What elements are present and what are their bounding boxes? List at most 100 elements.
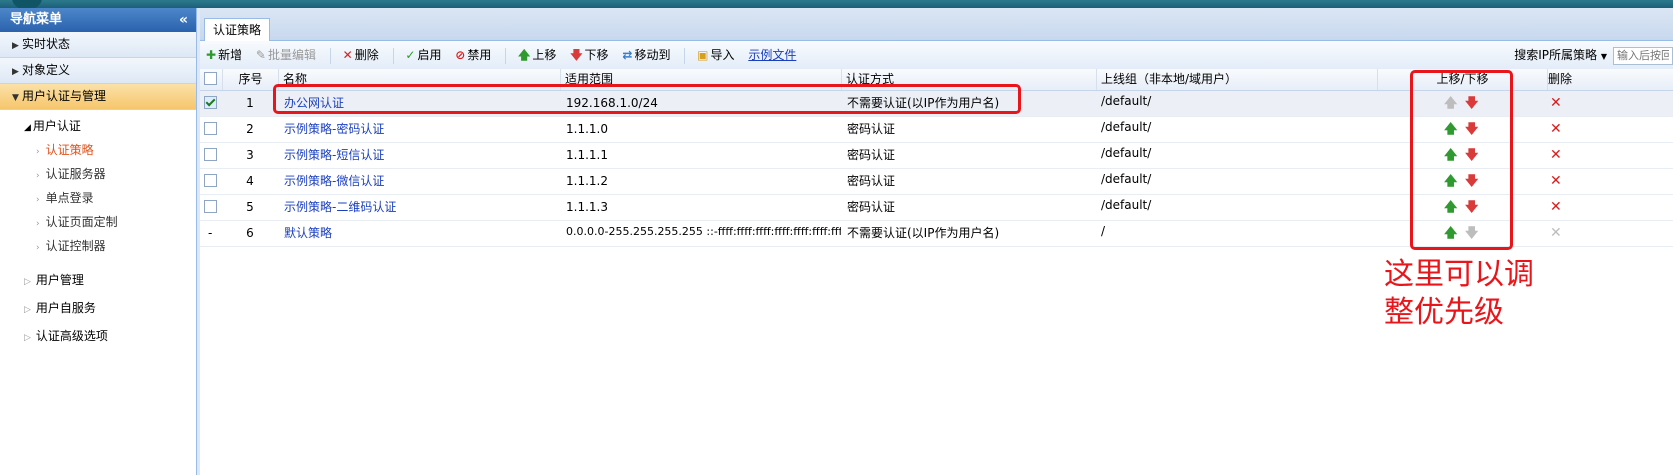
header-online-group[interactable]: 上线组（非本地/域用户） — [1096, 69, 1377, 90]
new-button[interactable]: ✚ 新增 — [206, 41, 242, 69]
delete-x-icon[interactable]: ✕ — [1550, 121, 1562, 137]
search-area: 搜索IP所属策略 ▼ — [1514, 41, 1673, 69]
chevron-right-icon: › — [36, 195, 40, 205]
row-online-group: /default/ — [1101, 146, 1152, 160]
row-online-group: /default/ — [1101, 94, 1152, 108]
triangle-down-icon: ◢ — [24, 123, 31, 133]
delete-x-icon[interactable]: ✕ — [1550, 173, 1562, 189]
header-delete-label: 删除 — [1548, 72, 1573, 86]
row-checkbox-cell — [200, 143, 222, 168]
row-checkbox-cell — [200, 117, 222, 142]
import-button[interactable]: ▣ 导入 — [697, 41, 734, 69]
row-name-link[interactable]: 示例策略-短信认证 — [280, 143, 560, 168]
toolbar-divider — [505, 47, 507, 64]
enable-button[interactable]: ✓ 启用 — [405, 41, 441, 69]
row-delete-cell: ✕ — [1550, 91, 1570, 116]
toolbar: ✚ 新增 ✎ 批量编辑 ✕ 删除 ✓ 启用 ⊘ 禁用 🡅 上移 🡇 下移 ⇄ 移动到 ▣ 导入 示… — [200, 41, 1673, 70]
select-all-cell — [200, 69, 222, 90]
toolbar-divider — [329, 47, 331, 64]
bulk-edit-label: 批量编辑 — [267, 48, 316, 62]
row-name-link[interactable]: 示例策略-密码认证 — [280, 117, 560, 142]
tree-node-label: 用户认证 — [32, 119, 81, 133]
highlight-box-row1 — [273, 84, 1021, 114]
bulk-edit-button[interactable]: ✎ 批量编辑 — [256, 41, 316, 69]
row-scope: 1.1.1.2 — [566, 174, 608, 188]
tree-node-user-auth[interactable]: ◢ 用户认证 — [0, 114, 196, 138]
sidebar-tree: ◢ 用户认证 › 认证策略 › 认证服务器 › 单点登录 › 认证页面定制 › 认证控制器 … — [0, 110, 196, 350]
move-down-button[interactable]: 🡇 下移 — [570, 41, 608, 69]
sidebar-header: 导航菜单 « — [0, 8, 196, 32]
sidebar-group-realtime[interactable]: ▶ 实时状态 — [0, 32, 196, 58]
delete-x-icon[interactable]: ✕ — [1550, 147, 1562, 163]
move-down-label: 下移 — [584, 48, 609, 62]
row-seq: 6 — [246, 226, 254, 240]
row-checkbox-cell — [200, 91, 222, 116]
delete-x-icon: ✕ — [1550, 225, 1562, 241]
row-online-group: / — [1101, 224, 1106, 238]
row-auth: 不需要认证(以IP作为用户名) — [847, 226, 1000, 240]
row-name-link[interactable]: 默认策略 — [280, 221, 560, 246]
close-icon: ✕ — [342, 48, 353, 62]
row-online-group: /default/ — [1101, 120, 1152, 134]
sidebar-item-label: 认证服务器 — [45, 167, 106, 181]
chevron-right-icon: › — [36, 171, 40, 181]
header-delete: 删除 — [1547, 69, 1673, 90]
example-file-link[interactable]: 示例文件 — [748, 41, 796, 69]
row-checkbox[interactable] — [204, 200, 217, 213]
row-name-link[interactable]: 示例策略-二维码认证 — [280, 195, 560, 220]
move-up-button[interactable]: 🡅 上移 — [518, 41, 556, 69]
sidebar-item-self-service[interactable]: ▷ 用户自服务 — [0, 294, 196, 322]
triangle-right-icon: ▶ — [12, 67, 19, 77]
chevron-right-icon: › — [36, 243, 40, 253]
sidebar-group-objects[interactable]: ▶ 对象定义 — [0, 58, 196, 84]
row-delete-cell: ✕ — [1550, 195, 1570, 220]
sidebar-item-auth-controller[interactable]: › 认证控制器 — [0, 234, 196, 258]
navigation-sidebar: 导航菜单 « ▶ 实时状态 ▶ 对象定义 ▼ 用户认证与管理 ◢ 用户认证 › 认证策略 … — [0, 8, 197, 475]
header-seq[interactable]: 序号 — [222, 69, 278, 90]
row-name-link[interactable]: 示例策略-微信认证 — [280, 169, 560, 194]
sidebar-item-advanced[interactable]: ▷ 认证高级选项 — [0, 322, 196, 350]
delete-button[interactable]: ✕ 删除 — [343, 41, 379, 69]
row-checkbox[interactable] — [204, 122, 217, 135]
search-input[interactable] — [1613, 46, 1673, 65]
tab-auth-policy[interactable]: 认证策略 — [204, 18, 271, 41]
row-checkbox-cell — [200, 195, 222, 220]
delete-x-icon[interactable]: ✕ — [1550, 199, 1562, 215]
search-scope-dropdown[interactable]: 搜索IP所属策略 ▼ — [1514, 41, 1607, 71]
select-all-checkbox[interactable] — [204, 72, 217, 85]
row-seq: 4 — [246, 174, 254, 188]
row-seq: 1 — [246, 96, 254, 110]
sidebar-item-auth-page[interactable]: › 认证页面定制 — [0, 210, 196, 234]
row-seq: 2 — [246, 122, 254, 136]
row-scope: 1.1.1.1 — [566, 148, 608, 162]
row-delete-cell: ✕ — [1550, 169, 1570, 194]
sidebar-item-user-mgmt[interactable]: ▷ 用户管理 — [0, 266, 196, 294]
chevron-right-icon: › — [36, 219, 40, 229]
folder-import-icon: ▣ — [697, 48, 709, 62]
toolbar-divider — [684, 47, 686, 64]
triangle-right-icon: ▷ — [24, 277, 31, 287]
move-to-button[interactable]: ⇄ 移动到 — [622, 41, 670, 69]
sidebar-title: 导航菜单 — [10, 12, 63, 27]
sidebar-item-label: 认证策略 — [45, 143, 94, 157]
sidebar-item-sso[interactable]: › 单点登录 — [0, 186, 196, 210]
row-checkbox[interactable] — [204, 148, 217, 161]
row-checkbox[interactable] — [204, 96, 217, 109]
pencil-icon: ✎ — [255, 48, 266, 62]
row-checkbox[interactable] — [204, 174, 217, 187]
sidebar-item-label: 单点登录 — [45, 191, 94, 205]
import-label: 导入 — [710, 48, 735, 62]
collapse-icon[interactable]: « — [179, 8, 188, 32]
sidebar-item-auth-server[interactable]: › 认证服务器 — [0, 162, 196, 186]
sidebar-group-user-auth[interactable]: ▼ 用户认证与管理 — [0, 84, 196, 110]
delete-x-icon[interactable]: ✕ — [1550, 95, 1562, 111]
sidebar-group-label: 实时状态 — [22, 37, 71, 51]
move-to-label: 移动到 — [634, 48, 671, 62]
row-auth: 密码认证 — [847, 174, 896, 188]
plus-icon: ✚ — [206, 48, 217, 62]
sidebar-item-label: 用户管理 — [35, 273, 84, 287]
sidebar-item-auth-policy[interactable]: › 认证策略 — [0, 138, 196, 162]
disable-button[interactable]: ⊘ 禁用 — [455, 41, 491, 69]
highlight-box-move-column — [1410, 70, 1513, 250]
row-delete-cell: ✕ — [1550, 221, 1570, 246]
